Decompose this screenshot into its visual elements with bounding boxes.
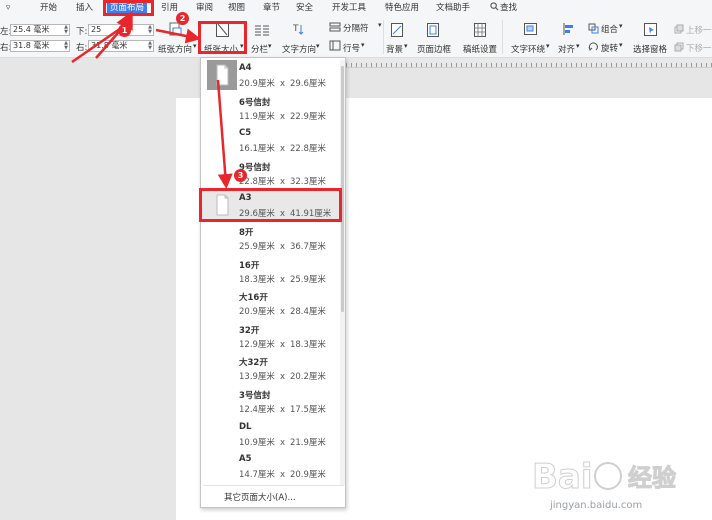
step-2-badge: 2 [176,12,189,25]
arrow-2-line [155,28,201,44]
step-1-badge: 1 [118,24,131,37]
svg-text:jingyan.baidu.com: jingyan.baidu.com [549,500,642,511]
arrow-1-head [116,10,133,31]
svg-text:Bai: Bai [532,457,593,497]
baidu-logo-icon: Bai 经验 jingyan.baidu.com [532,457,677,512]
annotation-arrows [71,10,233,189]
arrow-3-line [216,79,233,189]
baidu-watermark: Bai 经验 jingyan.baidu.com [528,446,708,516]
step-3-badge: 3 [234,169,247,182]
svg-text:经验: 经验 [628,464,676,492]
